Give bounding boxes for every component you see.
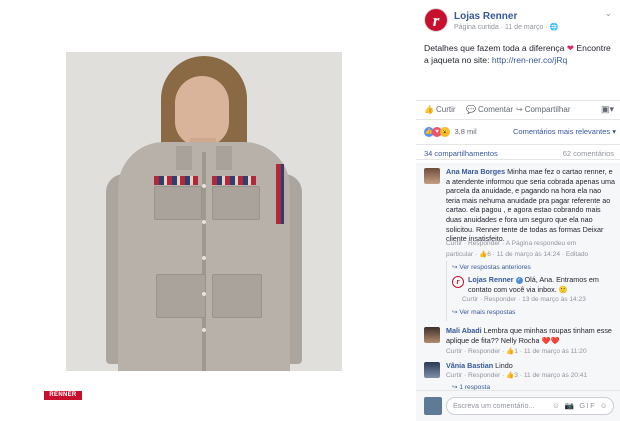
comment-body: Ana Mara Borges Minha mae fez o cartao r… xyxy=(446,167,616,244)
comment-input-placeholder: Escreva um comentário... xyxy=(453,401,535,410)
comment-input[interactable]: Escreva um comentário... ☺ 📷 GIF ☺ xyxy=(446,397,614,415)
post-text-part: Detalhes que fazem toda a diferença xyxy=(424,43,567,53)
comment-composer: Escreva um comentário... ☺ 📷 GIF ☺ xyxy=(416,390,620,421)
share-button[interactable]: ↪ Compartilhar xyxy=(516,105,571,114)
chest-pocket-left xyxy=(154,186,202,220)
jacket-snap xyxy=(202,292,206,296)
renner-logo-badge: RENNER xyxy=(44,391,82,400)
commenter-avatar[interactable] xyxy=(424,168,440,184)
post-sidebar: r Lojas Renner Página curtida · 11 de ma… xyxy=(416,0,620,421)
comment-text: Lindo xyxy=(493,361,513,370)
jacket-snap xyxy=(202,220,206,224)
comment-actions[interactable]: Curtir · Responder · 👍3 · 11 de março às… xyxy=(446,371,587,379)
model-face xyxy=(175,76,229,146)
embroidered-patch-right xyxy=(212,176,256,185)
comment-body: Mali Abadi Lembra que minhas roupas tinh… xyxy=(446,326,616,345)
share-icon: ↪ xyxy=(516,105,523,114)
heart-icon: ❤ xyxy=(566,43,575,53)
comment-author-link[interactable]: Mali Abadi xyxy=(446,326,482,335)
comment-actions[interactable]: Curtir · Responder · 👍1 · 11 de março às… xyxy=(446,347,587,355)
reply-actions[interactable]: Curtir · Responder · 13 de março às 14:2… xyxy=(462,296,586,303)
post-text: Detalhes que fazem toda a diferença ❤ En… xyxy=(424,42,616,66)
like-button[interactable]: 👍 Curtir xyxy=(424,105,456,114)
page-name-link[interactable]: Lojas Renner xyxy=(454,11,517,22)
comment-label: Comentar xyxy=(477,105,514,114)
comment-sort-dropdown[interactable]: Comentários mais relevantes ▾ xyxy=(513,127,616,136)
comment-text: Minha mae fez o cartao renner, e a atend… xyxy=(446,167,616,244)
post-link[interactable]: http://ren-ner.co/jRq xyxy=(492,55,567,65)
comments-count[interactable]: 62 comentários xyxy=(563,149,614,158)
chevron-down-icon[interactable]: ⌄ xyxy=(604,8,612,19)
jacket-snap xyxy=(202,184,206,188)
counts-row: 34 compartilhamentos 62 comentários xyxy=(416,144,620,160)
comment-author-link[interactable]: Vânia Bastian xyxy=(446,361,493,370)
comment-button[interactable]: 💬 Comentar xyxy=(466,105,513,114)
waist-pocket-left xyxy=(156,274,206,318)
page-avatar[interactable]: r xyxy=(424,8,448,32)
embroidered-sleeve-patch xyxy=(276,164,284,224)
previous-replies-link[interactable]: ↪ Ver respostas anteriores xyxy=(452,263,531,271)
commenter-avatar[interactable] xyxy=(424,362,440,378)
commenter-avatar[interactable] xyxy=(424,327,440,343)
like-label: Curtir xyxy=(435,105,456,114)
reply-thread-line xyxy=(446,261,447,321)
more-replies-link[interactable]: ↪ Ver mais respostas xyxy=(452,308,515,316)
share-label: Compartilhar xyxy=(524,105,571,114)
waist-pocket-right xyxy=(212,274,262,318)
comment-icon: 💬 xyxy=(466,105,476,114)
comments-section: Ana Mara Borges Minha mae fez o cartao r… xyxy=(416,163,620,391)
composer-tools-icons[interactable]: ☺ 📷 GIF ☺ xyxy=(552,398,609,414)
comment-author-link[interactable]: Ana Mara Borges xyxy=(446,167,505,176)
post-header: r Lojas Renner Página curtida · 11 de ma… xyxy=(424,8,614,34)
reply-avatar[interactable]: r xyxy=(452,276,464,288)
shares-count-link[interactable]: 34 compartilhamentos xyxy=(424,149,498,158)
post-actions-bar: 👍 Curtir 💬 Comentar ↪ Compartilhar ▣▾ xyxy=(416,100,620,120)
user-avatar xyxy=(424,397,442,415)
product-photo[interactable] xyxy=(66,52,342,371)
wow-reaction-icon: 😮 xyxy=(440,126,450,137)
reply-author-link[interactable]: Lojas Renner xyxy=(468,275,514,284)
jacket-snap xyxy=(202,256,206,260)
reaction-count: 3,8 mil xyxy=(454,127,477,137)
comment-body: Vânia Bastian Lindo xyxy=(446,361,616,371)
comment-actions[interactable]: Curtir · Responder · A Página respondeu … xyxy=(446,240,576,247)
chest-pocket-right xyxy=(212,186,260,220)
comment-actions[interactable]: particular · 👍6 · 11 de março às 14:24 ·… xyxy=(446,250,588,258)
reactions-row[interactable]: 👍 ♥ 😮 3,8 mil Comentários mais relevantes … xyxy=(424,126,616,138)
photo-pane[interactable]: RENNER xyxy=(0,0,416,421)
reply-body: Lojas Renner ✓ Olá, Ana. Entramos em con… xyxy=(468,275,614,294)
jacket-snap xyxy=(202,328,206,332)
audience-selector-icon[interactable]: ▣▾ xyxy=(601,104,614,115)
thumbs-up-icon: 👍 xyxy=(424,105,434,114)
verified-badge-icon: ✓ xyxy=(515,276,523,284)
embroidered-patch-left xyxy=(154,176,198,185)
post-meta: Página curtida · 11 de março · 🌐 xyxy=(454,24,559,31)
